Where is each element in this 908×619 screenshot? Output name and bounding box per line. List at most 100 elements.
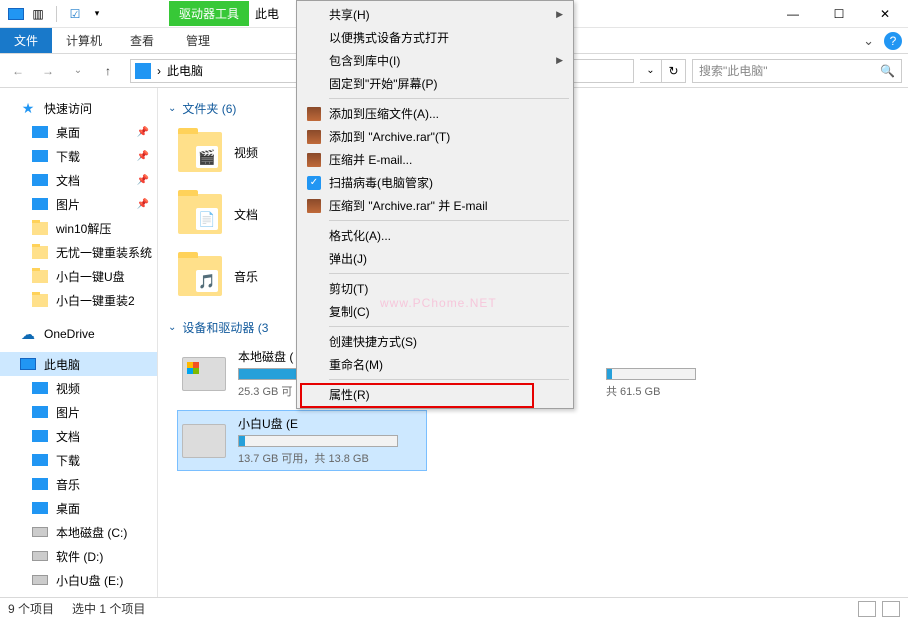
menu-item-11[interactable]: 格式化(A)... [299,224,571,247]
sidebar-item-label: 图片 [56,196,80,213]
sidebar-item-quick-3[interactable]: 图片 📌 [0,192,157,216]
menu-item-5[interactable]: 添加到压缩文件(A)... [299,102,571,125]
sidebar-item-label: 快速访问 [44,100,92,117]
menu-item-20[interactable]: 属性(R) [299,383,571,406]
menu-item-2[interactable]: 包含到库中(I) [299,49,571,72]
folder-icon [32,452,48,468]
cloud-icon: ☁ [20,326,36,342]
sidebar-item-pc-8[interactable]: 小白U盘 (E:) [0,568,157,592]
pin-icon: 📌 [137,127,149,138]
sidebar-onedrive[interactable]: ☁OneDrive [0,322,157,346]
star-icon: ★ [20,100,36,116]
sidebar-item-label: 文档 [56,172,80,189]
pc-icon [135,63,151,79]
drive-meta: 共 61.5 GB [606,383,696,399]
sidebar-item-label: 无忧一键重装系统 [56,244,152,261]
menu-item-label: 创建快捷方式(S) [329,333,417,350]
folder-label: 视频 [234,144,258,161]
sidebar-item-pc-3[interactable]: 下载 [0,448,157,472]
sidebar-item-quick-5[interactable]: 无忧一键重装系统 [0,240,157,264]
tab-manage[interactable]: 管理 [172,28,224,53]
menu-item-label: 属性(R) [329,386,370,403]
menu-item-1[interactable]: 以便携式设备方式打开 [299,26,571,49]
sidebar-item-pc-6[interactable]: 本地磁盘 (C:) [0,520,157,544]
folder-icon [32,124,48,140]
sidebar-item-quick-2[interactable]: 文档📌 [0,168,157,192]
tab-view[interactable]: 查看 [116,28,168,53]
folder-icon [32,476,48,492]
sidebar-item-pc-4[interactable]: 音乐 [0,472,157,496]
minimize-button[interactable]: — [770,0,816,28]
archive-icon [305,197,323,215]
sidebar-this-pc[interactable]: 此电脑 [0,352,157,376]
menu-item-6[interactable]: 添加到 "Archive.rar"(T) [299,125,571,148]
path-separator: › [157,64,161,78]
menu-item-label: 固定到"开始"屏幕(P) [329,75,438,92]
folder-label: 文档 [234,206,258,223]
maximize-button[interactable]: ☐ [816,0,862,28]
up-button[interactable]: ↑ [96,59,120,83]
history-dropdown[interactable]: ⌄ [66,59,90,83]
folder-icon [32,524,48,540]
view-details-icon[interactable] [858,601,876,617]
qat-dropdown-icon[interactable]: ▾ [89,6,105,22]
qat-properties-icon[interactable]: ▥ [30,6,46,22]
back-button[interactable]: ← [6,59,30,83]
group-label: 设备和驱动器 (3 [182,319,268,336]
drive-tile-d[interactable]: 软件 (D:)共 61.5 GB [602,344,842,403]
folder-icon [32,500,48,516]
tab-file[interactable]: 文件 [0,28,52,53]
menu-item-label: 共享(H) [329,6,370,23]
drive-icon [182,357,226,391]
chevron-down-icon: ⌄ [168,322,176,333]
drive-meta: 13.7 GB 可用，共 13.8 GB [238,450,398,466]
pin-icon: 📌 [137,199,149,210]
sidebar-item-pc-1[interactable]: 图片 [0,400,157,424]
folder-icon [32,268,48,284]
close-button[interactable]: ✕ [862,0,908,28]
folder-icon [32,572,48,588]
forward-button[interactable]: → [36,59,60,83]
address-dropdown-icon[interactable]: ⌄ [640,59,662,83]
drive-usage-bar [238,435,398,447]
menu-item-12[interactable]: 弹出(J) [299,247,571,270]
chevron-down-icon: ⌄ [168,103,176,114]
menu-item-0[interactable]: 共享(H) [299,3,571,26]
sidebar-item-pc-5[interactable]: 桌面 [0,496,157,520]
sidebar-quick-access[interactable]: ★ 快速访问 [0,96,157,120]
menu-item-17[interactable]: 创建快捷方式(S) [299,330,571,353]
sidebar-item-quick-0[interactable]: 桌面📌 [0,120,157,144]
view-tiles-icon[interactable] [882,601,900,617]
menu-item-label: 压缩并 E-mail... [329,151,412,168]
sidebar-item-pc-7[interactable]: 软件 (D:) [0,544,157,568]
tab-computer[interactable]: 计算机 [52,28,116,53]
sidebar-item-quick-7[interactable]: 小白一键重装2 [0,288,157,312]
menu-item-18[interactable]: 重命名(M) [299,353,571,376]
menu-item-8[interactable]: ✓扫描病毒(电脑管家) [299,171,571,194]
menu-item-9[interactable]: 压缩到 "Archive.rar" 并 E-mail [299,194,571,217]
menu-item-label: 添加到压缩文件(A)... [329,105,439,122]
sidebar-item-quick-1[interactable]: 下载📌 [0,144,157,168]
ribbon-expand-icon[interactable]: ⌄ [863,33,874,49]
menu-item-label: 添加到 "Archive.rar"(T) [329,128,450,145]
qat-check-icon[interactable]: ☑ [67,6,83,22]
sidebar-item-pc-2[interactable]: 文档 [0,424,157,448]
folder-icon [32,404,48,420]
search-input[interactable]: 搜索"此电脑" 🔍 [692,59,902,83]
context-tab-drive-tools[interactable]: 驱动器工具 [169,1,249,26]
folder-badge-icon: 🎬 [196,146,218,168]
sidebar-item-pc-0[interactable]: 视频 [0,376,157,400]
sidebar-item-label: 桌面 [56,500,80,517]
archive-icon [305,105,323,123]
help-icon[interactable]: ? [884,32,902,50]
drive-tile-e[interactable]: 小白U盘 (E13.7 GB 可用，共 13.8 GB [178,411,426,470]
menu-item-7[interactable]: 压缩并 E-mail... [299,148,571,171]
sidebar-item-quick-4[interactable]: win10解压 [0,216,157,240]
menu-item-3[interactable]: 固定到"开始"屏幕(P) [299,72,571,95]
sidebar-item-quick-6[interactable]: 小白一键U盘 [0,264,157,288]
folder-icon [32,220,48,236]
sidebar-item-label: 小白一键重装2 [56,292,135,309]
folder-icon [32,380,48,396]
menu-item-label: 包含到库中(I) [329,52,400,69]
refresh-button[interactable]: ↻ [662,59,686,83]
